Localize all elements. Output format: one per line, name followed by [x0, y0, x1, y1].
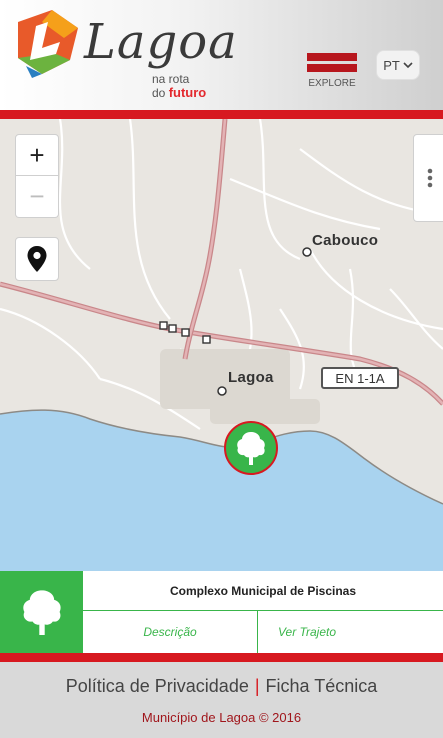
- map-tiles[interactable]: [0, 119, 443, 571]
- privacy-policy-link[interactable]: Política de Privacidade: [66, 676, 249, 696]
- description-link[interactable]: Descrição: [83, 611, 258, 653]
- poi-thumbnail: [0, 571, 83, 653]
- app-header: Lagoa na rota do futuro EXPLORE PT: [0, 0, 443, 110]
- logo-tagline-line1: na rota: [152, 72, 190, 86]
- logo-title: Lagoa: [84, 14, 238, 70]
- more-vertical-icon: [427, 168, 433, 188]
- route-link[interactable]: Ver Trajeto: [258, 611, 356, 653]
- road-label: EN 1-1A: [321, 367, 399, 389]
- explore-label: EXPLORE: [308, 78, 356, 89]
- footer-links: Política de Privacidade | Ficha Técnica: [0, 676, 443, 697]
- location-pin-icon: [27, 246, 47, 272]
- language-selector[interactable]: PT: [376, 50, 420, 80]
- chevron-down-icon: [403, 62, 413, 69]
- zoom-in-button[interactable]: +: [15, 134, 59, 176]
- poi-title: Complexo Municipal de Piscinas: [83, 571, 443, 611]
- map-view[interactable]: Cabouco Lagoa EN 1-1A + −: [0, 119, 443, 571]
- tree-icon: [22, 590, 61, 635]
- locate-button[interactable]: [15, 237, 59, 281]
- poi-info-panel: Complexo Municipal de Piscinas Descrição…: [0, 571, 443, 653]
- logo-tagline-accent: futuro: [168, 85, 207, 100]
- footer-divider: [0, 653, 443, 662]
- poi-marker[interactable]: [224, 421, 278, 475]
- copyright-text: Município de Lagoa © 2016: [141, 710, 302, 725]
- map-menu-button[interactable]: [413, 134, 443, 222]
- language-value: PT: [383, 57, 400, 73]
- explore-button[interactable]: EXPLORE: [304, 53, 360, 89]
- credits-link[interactable]: Ficha Técnica: [266, 676, 378, 696]
- explore-icon: [304, 53, 360, 72]
- lagoa-logo-icon: [18, 10, 78, 78]
- tree-icon: [237, 432, 265, 465]
- zoom-out-button[interactable]: −: [15, 176, 59, 218]
- place-label-lagoa: Lagoa: [228, 369, 274, 386]
- header-divider: [0, 110, 443, 119]
- app-footer: Política de Privacidade | Ficha Técnica Mu…: [0, 662, 443, 738]
- logo-tagline-line2: do futuro: [152, 86, 206, 99]
- footer-separator: |: [254, 676, 260, 696]
- place-label-cabouco: Cabouco: [312, 232, 379, 249]
- logo-tagline-prefix: do: [152, 86, 166, 100]
